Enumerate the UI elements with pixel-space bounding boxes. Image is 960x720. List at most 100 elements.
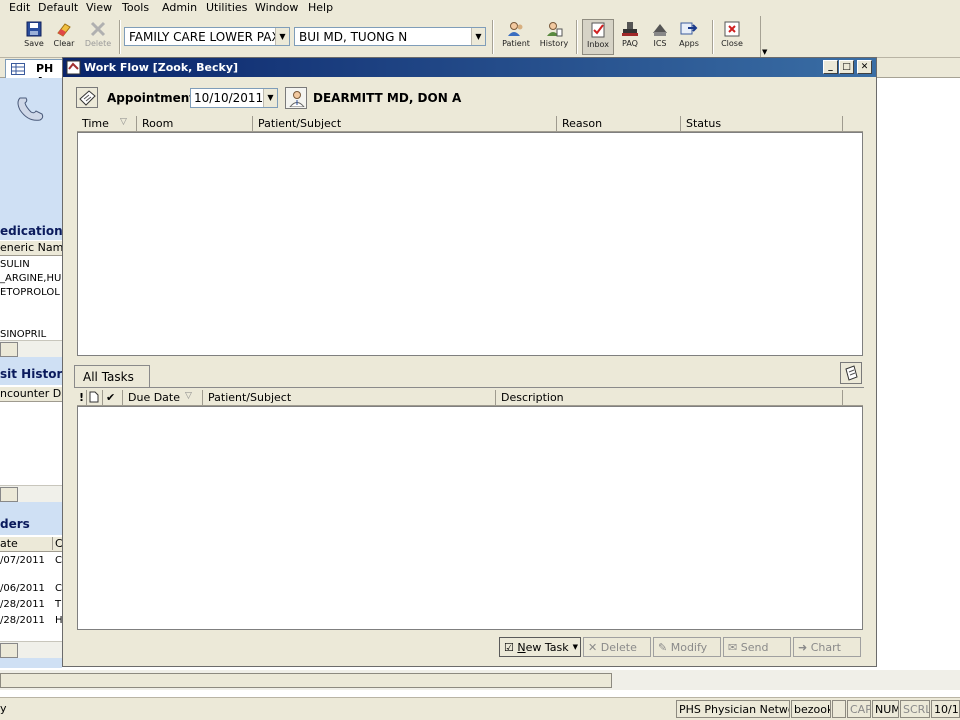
section-gap — [0, 658, 62, 668]
status-empty-cell — [832, 700, 846, 718]
minimize-icon[interactable]: _ — [823, 60, 838, 74]
close-button[interactable]: Close — [716, 19, 748, 55]
doctor-select-button[interactable] — [285, 87, 307, 109]
scroll-thumb[interactable] — [0, 673, 612, 688]
column-label: Room — [142, 117, 174, 130]
chevron-down-icon[interactable]: ▼ — [573, 643, 578, 651]
partial-toolbar-button[interactable]: t — [0, 19, 10, 55]
chart-arrow-icon: ➜ — [798, 641, 808, 654]
delete-x-icon — [90, 21, 106, 37]
close-label: Close — [721, 39, 743, 48]
close-icon[interactable]: ✕ — [857, 60, 872, 74]
column-attachment[interactable] — [87, 390, 103, 406]
status-message: y — [0, 702, 7, 715]
doctor-name: DEARMITT MD, DON A — [313, 91, 462, 105]
order-row[interactable]: /07/2011 C — [0, 555, 62, 566]
grid-view-icon — [11, 63, 25, 75]
chevron-down-icon[interactable]: ▼ — [275, 28, 289, 45]
modify-task-button[interactable]: ✎ Modify — [653, 637, 721, 657]
provider-combo[interactable]: BUI MD, TUONG N ▼ — [294, 27, 486, 46]
orders-column-header[interactable]: ate C — [0, 537, 62, 552]
column-label: Time — [82, 117, 109, 130]
location-combo[interactable]: FAMILY CARE LOWER PAX ▼ — [124, 27, 290, 46]
modify-task-label: Modify — [670, 641, 708, 654]
delete-task-button[interactable]: ✕ Delete — [583, 637, 651, 657]
menu-window[interactable]: Window — [255, 1, 298, 14]
column-priority[interactable]: ! — [77, 390, 87, 406]
menu-admin[interactable]: Admin — [162, 1, 197, 14]
toolbar-separator — [576, 20, 578, 54]
work-flow-title-bar[interactable]: Work Flow [Zook, Becky] _ □ ✕ — [63, 58, 876, 77]
modify-hand-icon: ✎ — [658, 641, 668, 654]
column-description[interactable]: Description — [496, 390, 843, 406]
maximize-icon[interactable]: □ — [839, 60, 854, 74]
appointment-book-button[interactable] — [76, 87, 98, 108]
column-patient-subject[interactable]: Patient/Subject — [253, 116, 557, 132]
close-window-icon — [724, 21, 740, 37]
history-button[interactable]: History — [538, 19, 570, 55]
tab-patient-summary[interactable]: PH A — [5, 59, 63, 88]
chevron-down-icon: ▼ — [762, 48, 768, 56]
menu-edit[interactable]: Edit — [9, 1, 30, 14]
scroll-thumb[interactable] — [0, 487, 18, 502]
visit-scrollbar[interactable] — [0, 485, 62, 502]
appointments-grid-body[interactable] — [77, 132, 863, 356]
menu-help[interactable]: Help — [308, 1, 333, 14]
chevron-down-icon[interactable]: ▼ — [471, 28, 485, 45]
column-room[interactable]: Room — [137, 116, 253, 132]
clear-label: Clear — [53, 39, 75, 48]
send-task-button[interactable]: ✉ Send — [723, 637, 791, 657]
save-button[interactable]: Save — [18, 19, 50, 55]
medications-column-header[interactable]: eneric Name — [0, 241, 62, 256]
order-row[interactable]: /28/2011 T — [0, 599, 62, 610]
task-options-button[interactable] — [840, 362, 862, 384]
medication-row[interactable]: SULIN — [0, 259, 62, 270]
column-patient-subject[interactable]: Patient/Subject — [203, 390, 496, 406]
order-code: C — [55, 555, 62, 566]
toolbar-overflow-grip[interactable]: ▼ — [760, 16, 769, 58]
medication-row[interactable]: SINOPRIL — [0, 329, 62, 340]
menu-default[interactable]: Default — [38, 1, 78, 14]
chevron-down-icon[interactable]: ▼ — [263, 89, 277, 107]
apps-button[interactable]: Apps — [672, 19, 706, 55]
provider-value: BUI MD, TUONG N — [299, 30, 408, 44]
menu-tools[interactable]: Tools — [122, 1, 149, 14]
menu-utilities[interactable]: Utilities — [206, 1, 247, 14]
tab-all-tasks[interactable]: All Tasks — [74, 365, 150, 387]
ics-label: ICS — [653, 39, 667, 48]
column-status[interactable]: Status — [681, 116, 843, 132]
visit-column-header[interactable]: ncounter Date — [0, 387, 62, 402]
section-gap — [0, 357, 62, 367]
ics-icon — [653, 24, 667, 36]
clear-button[interactable]: Clear — [48, 19, 80, 55]
medications-scrollbar[interactable] — [0, 340, 62, 357]
order-row[interactable]: /28/2011 H — [0, 615, 62, 626]
menu-view[interactable]: View — [86, 1, 112, 14]
new-task-button[interactable]: ☑ New Task ▼ — [499, 637, 581, 657]
orders-scrollbar[interactable] — [0, 641, 62, 658]
column-label: Patient/Subject — [208, 391, 292, 404]
tasks-grid-body[interactable] — [77, 406, 863, 630]
column-time[interactable]: Time ▽ — [77, 116, 137, 132]
delete-button[interactable]: Delete — [82, 19, 114, 55]
inbox-button[interactable]: Inbox — [582, 19, 614, 55]
phone-icon[interactable] — [14, 94, 50, 124]
paq-button[interactable]: PAQ — [614, 19, 646, 55]
scroll-thumb[interactable] — [0, 643, 18, 658]
toolbar-separator — [492, 20, 494, 54]
appointment-date-picker[interactable]: 10/10/2011 ▼ — [190, 88, 278, 108]
column-due-date[interactable]: Due Date ▽ — [123, 390, 203, 406]
medication-row[interactable]: _ARGINE,HU — [0, 273, 62, 284]
clipboard-icon — [845, 365, 858, 381]
send-task-label: Send — [740, 641, 769, 654]
column-reason[interactable]: Reason — [557, 116, 681, 132]
horizontal-scrollbar[interactable] — [0, 670, 960, 690]
order-row[interactable]: /06/2011 C — [0, 583, 62, 594]
column-done[interactable]: ✔ — [103, 390, 123, 406]
scroll-thumb[interactable] — [0, 342, 18, 357]
chart-task-button[interactable]: ➜ Chart — [793, 637, 861, 657]
medication-row[interactable]: ETOPROLOL — [0, 287, 62, 298]
work-flow-window: Work Flow [Zook, Becky] _ □ ✕ Appointmen… — [62, 57, 877, 667]
patient-button[interactable]: Patient — [500, 19, 532, 55]
column-label: Reason — [562, 117, 603, 130]
